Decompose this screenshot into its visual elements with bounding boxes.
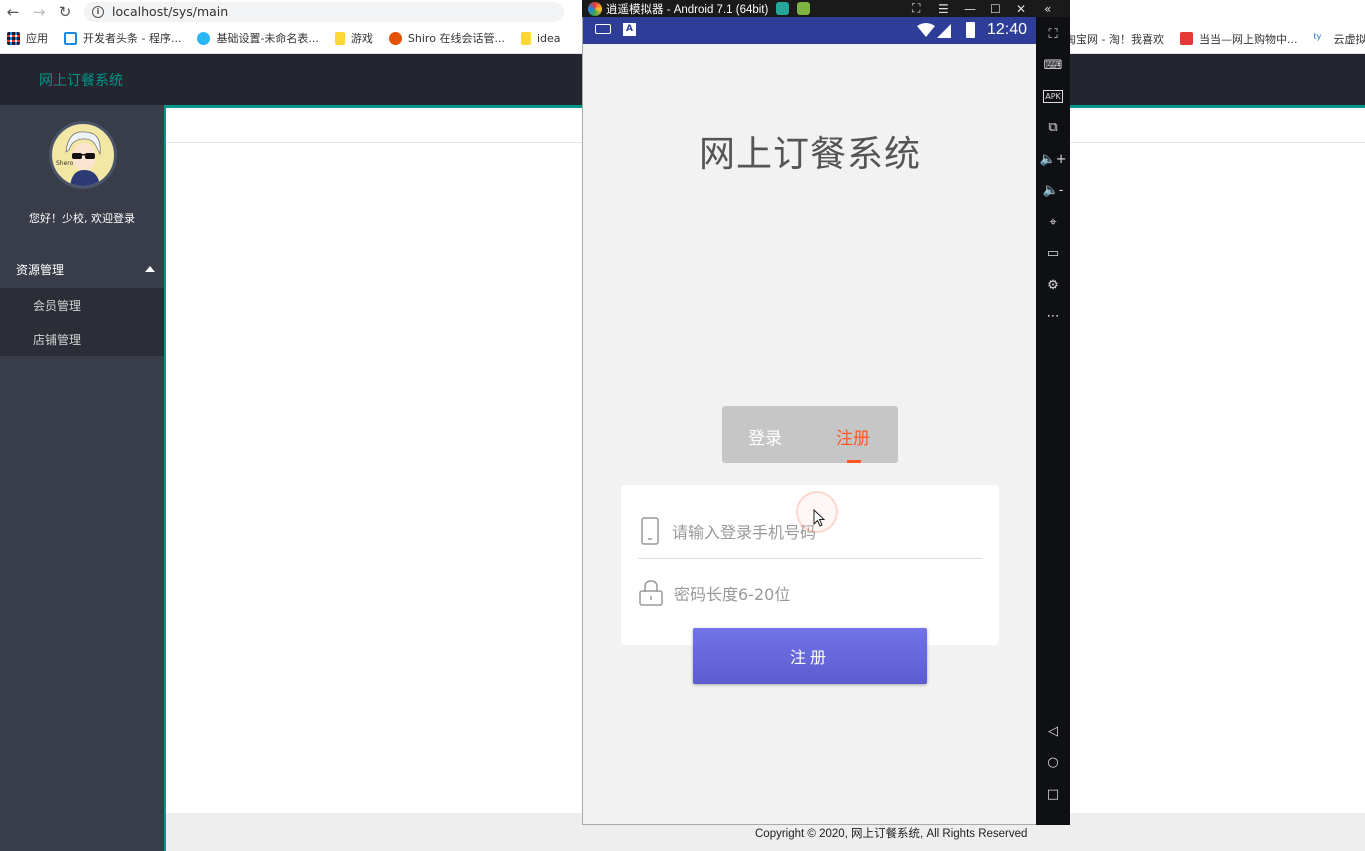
avatar-illustration: Shero: [56, 131, 101, 186]
bookmark-apps[interactable]: 应用: [7, 30, 48, 46]
dangdang-icon: [1179, 32, 1193, 45]
android-status-bar: A 12:40: [583, 17, 1037, 44]
emulator-logo-icon: [588, 1, 602, 16]
user-avatar[interactable]: Shero: [49, 121, 117, 189]
sidebar: Shero 您好！少校, 欢迎登录 资源管理 会员管理 店铺管理: [0, 105, 166, 851]
password-placeholder: 密码长度6-20位: [674, 585, 791, 604]
minimize-icon[interactable]: —: [964, 0, 976, 17]
url-text: localhost/sys/main: [112, 4, 229, 19]
bookmark-shiro[interactable]: Shiro 在线会话管...: [388, 30, 505, 46]
reload-button[interactable]: ↻: [52, 0, 78, 23]
login-register-toggle: 登录 注册: [722, 406, 898, 463]
bookmark-label: 应用: [26, 32, 48, 45]
bookmark-label: 当当—网上购物中...: [1198, 32, 1298, 46]
svg-text:Shero: Shero: [56, 160, 74, 167]
screenshot-frame-icon[interactable]: ⛶: [912, 0, 920, 17]
menu-group-label: 资源管理: [16, 262, 65, 277]
caret-up-icon: [145, 266, 155, 272]
bookmark-cloud-tv[interactable]: ty 云虚拟: [1313, 31, 1365, 47]
bookmark-toutiao[interactable]: 开发者头条 - 程序...: [64, 30, 181, 46]
mouse-cursor-icon: [813, 509, 826, 527]
battery-icon: [966, 22, 975, 38]
bookmark-label: 开发者头条 - 程序...: [83, 32, 182, 45]
folder-icon: [520, 31, 531, 45]
menu-group-resources[interactable]: 资源管理: [0, 250, 164, 288]
menu-icon[interactable]: ☰: [938, 0, 949, 17]
apk-install-icon[interactable]: APK: [1036, 85, 1070, 107]
signal-icon: [917, 23, 951, 38]
active-tab-indicator: [847, 460, 861, 463]
cloud-tv-icon: ty: [1313, 32, 1322, 41]
lock-icon: [639, 580, 663, 606]
keyboard-mapping-icon[interactable]: ⌨: [1036, 54, 1070, 76]
settings-icon[interactable]: ⚙: [1036, 274, 1070, 296]
fullscreen-icon[interactable]: ⛶: [1036, 23, 1070, 45]
phone-app-title: 网上订餐系统: [698, 134, 921, 175]
bookmark-label: 游戏: [350, 32, 373, 45]
register-button[interactable]: 注册: [693, 628, 927, 684]
bookmark-label: 淘宝网 - 淘！我喜欢: [1065, 32, 1164, 46]
cloud-icon: [197, 31, 211, 45]
address-bar[interactable]: i localhost/sys/main: [84, 1, 564, 22]
multi-instance-icon[interactable]: ⧉: [1036, 116, 1070, 138]
submenu: 会员管理 店铺管理: [0, 288, 164, 356]
nav-recents-icon[interactable]: □: [1036, 783, 1070, 805]
bookmark-label: Shiro 在线会话管...: [407, 32, 505, 45]
bookmark-games[interactable]: 游戏: [334, 30, 373, 46]
menu-item-shops[interactable]: 店铺管理: [0, 322, 164, 356]
bookmark-taobao[interactable]: 淘宝网 - 淘！我喜欢: [1065, 31, 1164, 47]
tab-login[interactable]: 登录: [748, 424, 782, 449]
emulator-title: 逍遥模拟器 - Android 7.1 (64bit): [606, 3, 769, 16]
toutiao-icon: [64, 31, 77, 45]
nav-home-icon[interactable]: ○: [1036, 751, 1070, 773]
maximize-icon[interactable]: ☐: [990, 0, 1001, 17]
android-icon[interactable]: [797, 2, 811, 15]
collapse-sidebar-icon[interactable]: «: [1044, 0, 1066, 17]
folder-share-icon[interactable]: ▭: [1036, 242, 1070, 264]
close-icon[interactable]: ✕: [1016, 0, 1026, 17]
record-icon[interactable]: [776, 2, 790, 15]
info-icon[interactable]: i: [92, 5, 104, 18]
bookmarks-bar-right: 淘宝网 - 淘！我喜欢 当当—网上购物中... ty 云虚拟: [1065, 23, 1365, 54]
shiro-icon: [388, 31, 402, 45]
bookmark-label: 基础设置-未命名表...: [216, 32, 319, 45]
bookmark-idea[interactable]: idea: [520, 31, 561, 45]
app-logo-title[interactable]: 网上订餐系统: [39, 70, 123, 90]
welcome-text: 您好！少校, 欢迎登录: [29, 212, 135, 225]
phone-icon: [641, 516, 659, 545]
status-time: 12:40: [986, 21, 1027, 38]
location-icon[interactable]: ⌖: [1036, 211, 1070, 233]
nav-back-icon[interactable]: ◁: [1036, 720, 1070, 742]
bookmark-basic-settings[interactable]: 基础设置-未命名表...: [197, 30, 319, 46]
keyboard-icon: [595, 24, 611, 34]
phone-screen: A 12:40 网上订餐系统 登录 注册 请输入登录手机号码 密码长度6-20位…: [582, 17, 1037, 825]
more-icon[interactable]: ⋯: [1036, 305, 1070, 327]
footer-copyright: Copyright © 2020, 网上订餐系统, All Rights Res…: [755, 828, 1028, 840]
apps-grid-icon: [7, 31, 20, 45]
phone-placeholder: 请输入登录手机号码: [672, 522, 817, 542]
bookmark-dangdang[interactable]: 当当—网上购物中...: [1179, 31, 1298, 47]
input-method-icon: A: [623, 23, 636, 36]
forward-button[interactable]: →: [26, 0, 52, 23]
folder-icon: [334, 31, 345, 45]
bookmark-label: 云虚拟: [1333, 32, 1365, 46]
back-button[interactable]: ←: [0, 0, 26, 23]
volume-down-icon[interactable]: 🔈-: [1036, 179, 1070, 201]
tab-register[interactable]: 注册: [836, 424, 870, 449]
password-input[interactable]: 密码长度6-20位: [638, 565, 982, 621]
menu-item-members[interactable]: 会员管理: [0, 288, 164, 322]
volume-up-icon[interactable]: 🔈+: [1036, 148, 1070, 170]
emulator-side-toolbar: ⛶ ⌨ APK ⧉ 🔈+ 🔈- ⌖ ▭ ⚙ ⋯ ◁ ○ □: [1036, 17, 1070, 825]
bookmark-label: idea: [536, 31, 561, 45]
